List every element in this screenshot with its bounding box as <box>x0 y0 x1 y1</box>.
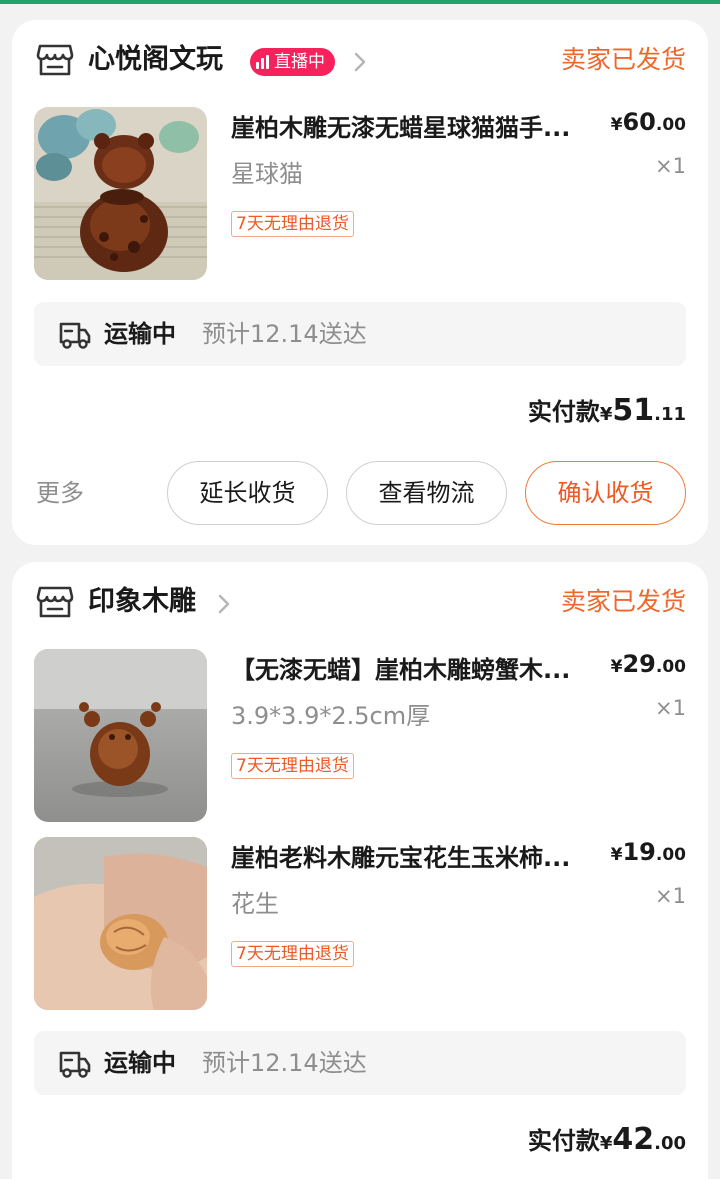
paid-decimal: .11 <box>654 404 686 425</box>
price-currency: ¥ <box>610 845 623 865</box>
price-decimal: .00 <box>655 845 686 865</box>
chevron-right-icon[interactable] <box>214 593 234 615</box>
return-policy-tag: 7天无理由退货 <box>231 211 354 237</box>
product-spec: 星球猫 <box>231 160 303 188</box>
shipping-status: 运输中 <box>104 1049 176 1077</box>
product-thumbnail[interactable] <box>34 649 207 822</box>
view-logistics-button[interactable]: 查看物流 <box>346 461 507 525</box>
extend-receipt-button[interactable]: 延长收货 <box>167 461 328 525</box>
order-status: 卖家已发货 <box>560 45 686 74</box>
shop-header[interactable]: 印象木雕 卖家已发货 <box>12 562 708 644</box>
order-status: 卖家已发货 <box>560 587 686 616</box>
unit-price: ¥60.00 <box>611 107 686 140</box>
price-integer: 60 <box>622 108 656 136</box>
quantity: ×1 <box>655 696 686 720</box>
product-spec: 3.9*3.9*2.5cm厚 <box>231 702 431 730</box>
live-bars-icon <box>256 55 270 69</box>
order-item[interactable]: 崖柏木雕无漆无蜡星球猫猫手... 星球猫 7天无理由退货 ¥60.00 ×1 <box>12 107 708 282</box>
chevron-right-icon[interactable] <box>350 51 370 73</box>
shop-header[interactable]: 心悦阁文玩 直播中 卖家已发货 <box>12 20 708 102</box>
price-integer: 19 <box>622 838 656 866</box>
product-title[interactable]: 【无漆无蜡】崖柏木雕螃蟹木... <box>231 653 611 687</box>
quantity: ×1 <box>655 154 686 178</box>
unit-price: ¥29.00 <box>611 649 686 682</box>
quantity: ×1 <box>655 884 686 908</box>
paid-decimal: .00 <box>654 1133 686 1154</box>
price-integer: 29 <box>622 650 656 678</box>
price-currency: ¥ <box>610 657 623 677</box>
shipping-eta: 预计12.14送达 <box>202 320 367 348</box>
product-spec: 花生 <box>231 890 279 918</box>
more-link[interactable]: 更多 <box>36 475 84 511</box>
paid-amount: 实付款¥51.11 <box>528 391 686 435</box>
shipping-eta: 预计12.14送达 <box>202 1049 367 1077</box>
live-badge[interactable]: 直播中 <box>250 48 335 76</box>
shop-name[interactable]: 心悦阁文玩 <box>88 42 223 78</box>
shipping-status-bar[interactable]: 运输中 预计12.14送达 <box>34 1031 686 1095</box>
price-decimal: .00 <box>655 657 686 677</box>
paid-integer: 51 <box>612 393 655 428</box>
shop-icon <box>36 586 74 618</box>
paid-label: 实付款 <box>527 398 600 426</box>
product-thumbnail[interactable] <box>34 107 207 280</box>
paid-integer: 42 <box>612 1122 655 1157</box>
truck-icon <box>59 1051 91 1078</box>
truck-icon <box>59 322 91 349</box>
unit-price: ¥19.00 <box>611 837 686 870</box>
paid-amount: 实付款¥42.00 <box>528 1120 686 1164</box>
shipping-status-bar[interactable]: 运输中 预计12.14送达 <box>34 302 686 366</box>
paid-currency: ¥ <box>599 1133 613 1154</box>
shop-name[interactable]: 印象木雕 <box>88 584 196 620</box>
shipping-status: 运输中 <box>104 320 176 348</box>
confirm-receipt-button[interactable]: 确认收货 <box>525 461 686 525</box>
live-badge-label: 直播中 <box>274 52 325 72</box>
price-currency: ¥ <box>610 115 623 135</box>
order-card: 印象木雕 卖家已发货 【无漆无蜡】崖柏木雕螃蟹木... 3.9*3.9*2.5c… <box>12 562 708 1179</box>
product-thumbnail[interactable] <box>34 837 207 1010</box>
paid-currency: ¥ <box>599 404 613 425</box>
return-policy-tag: 7天无理由退货 <box>231 753 354 779</box>
order-card: 心悦阁文玩 直播中 卖家已发货 崖柏木雕无漆无蜡星球猫猫手... 星球猫 7天无… <box>12 20 708 545</box>
return-policy-tag: 7天无理由退货 <box>231 941 354 967</box>
product-title[interactable]: 崖柏木雕无漆无蜡星球猫猫手... <box>231 111 611 145</box>
price-decimal: .00 <box>655 115 686 135</box>
order-item[interactable]: 崖柏老料木雕元宝花生玉米柿... 花生 7天无理由退货 ¥19.00 ×1 <box>12 837 708 1012</box>
product-title[interactable]: 崖柏老料木雕元宝花生玉米柿... <box>231 841 611 875</box>
shop-icon <box>36 44 74 76</box>
order-item[interactable]: 【无漆无蜡】崖柏木雕螃蟹木... 3.9*3.9*2.5cm厚 7天无理由退货 … <box>12 649 708 824</box>
top-accent-line <box>0 0 720 4</box>
paid-label: 实付款 <box>527 1127 600 1155</box>
